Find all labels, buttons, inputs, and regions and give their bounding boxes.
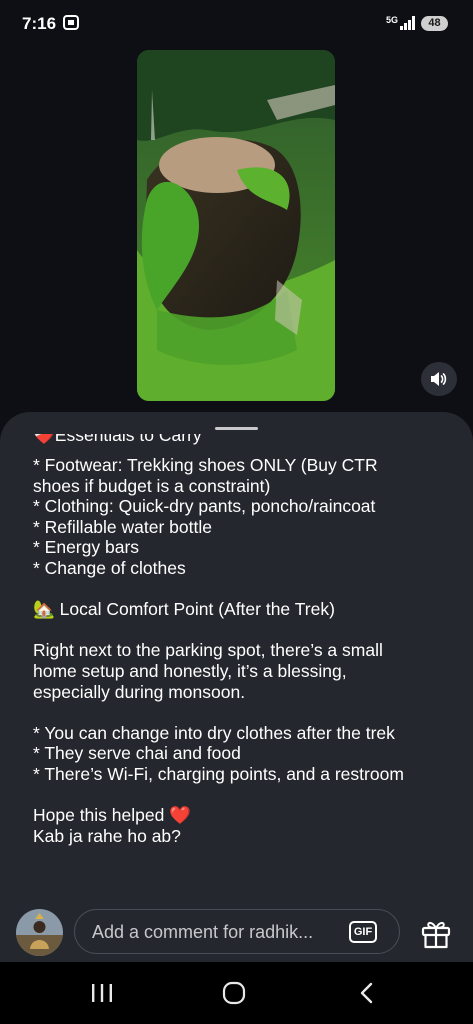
post-caption: ❤️‍🩹Essentials to Carry * Footwear: Trek… — [33, 434, 453, 846]
caption-line: * Footwear: Trekking shoes ONLY (Buy CTR — [33, 455, 378, 475]
caption-line: Kab ja rahe ho ab? — [33, 825, 181, 846]
nav-recents-button[interactable] — [72, 974, 132, 1012]
caption-line: * Refillable water bottle — [33, 516, 212, 537]
nav-home-button[interactable] — [204, 974, 264, 1012]
caption-line: shoes if budget is a constraint) — [33, 475, 271, 496]
comment-placeholder: Add a comment for radhik... — [92, 922, 314, 942]
caption-line: * They serve chai and food — [33, 743, 241, 764]
caption-line: home setup and honestly, it’s a blessing… — [33, 660, 347, 681]
sound-toggle-button[interactable] — [421, 362, 457, 396]
nav-back-button[interactable] — [336, 974, 396, 1012]
caption-line — [33, 579, 453, 600]
screen-record-icon — [63, 15, 79, 30]
battery-badge: 48 — [421, 16, 448, 31]
comment-input[interactable]: Add a comment for radhik... GIF — [74, 909, 400, 954]
user-avatar-image — [16, 909, 63, 956]
caption-line: Hope this helped ❤️ — [33, 805, 191, 826]
caption-line: * Change of clothes — [33, 557, 186, 578]
caption-line: especially during monsoon. — [33, 681, 246, 702]
system-nav-bar — [0, 962, 473, 1024]
network-type: 5G — [386, 15, 399, 25]
caption-line: Right next to the parking spot, there’s … — [33, 640, 383, 661]
speaker-icon — [431, 372, 447, 386]
comment-bar: Add a comment for radhik... GIF — [0, 895, 473, 962]
caption-line — [33, 446, 453, 455]
status-bar: 7:16 5G 48 — [0, 0, 473, 48]
caption-line: 🏡 Local Comfort Point (After the Trek) — [33, 599, 335, 620]
avatar[interactable] — [16, 909, 63, 956]
reel-video[interactable] — [137, 50, 335, 401]
caption-line: * You can change into dry clothes after … — [33, 722, 395, 743]
caption-line: * There’s Wi-Fi, charging points, and a … — [33, 763, 404, 784]
gift-icon — [421, 921, 451, 949]
drag-handle[interactable] — [215, 427, 258, 430]
gif-button[interactable]: GIF — [349, 921, 377, 943]
caption-line — [33, 702, 453, 723]
mountain-landscape-image — [137, 50, 335, 401]
signal-icon — [400, 16, 416, 30]
caption-line: * Clothing: Quick-dry pants, poncho/rain… — [33, 496, 376, 517]
caption-line: * Energy bars — [33, 537, 140, 558]
status-time: 7:16 — [22, 14, 57, 33]
recents-icon — [92, 984, 112, 1002]
back-icon — [360, 982, 373, 1004]
caption-line: ❤️‍🩹Essentials to Carry — [33, 434, 202, 445]
caption-line — [33, 620, 453, 641]
gift-button[interactable] — [419, 917, 453, 951]
home-icon — [222, 981, 246, 1005]
caption-line — [33, 785, 453, 806]
caption-sheet[interactable]: ❤️‍🩹Essentials to Carry * Footwear: Trek… — [0, 412, 473, 972]
